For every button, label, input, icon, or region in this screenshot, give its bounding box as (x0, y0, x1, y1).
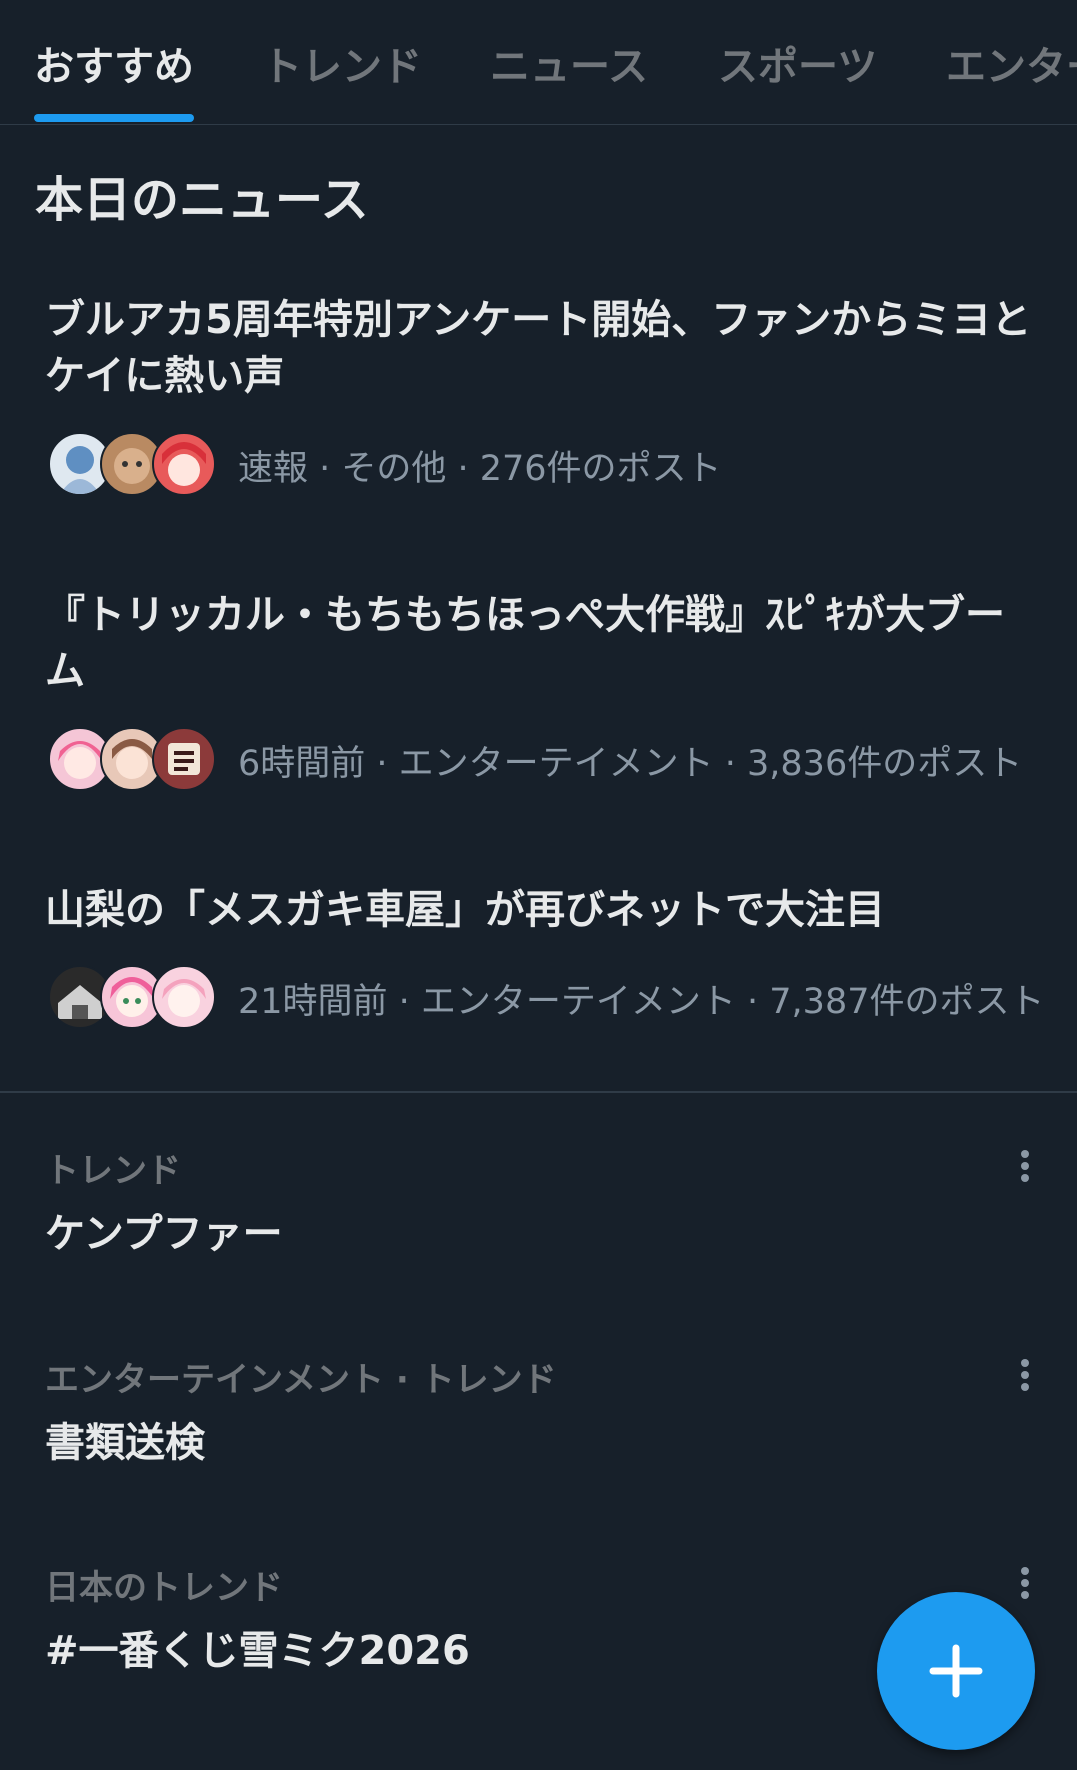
avatar-group (48, 727, 218, 791)
tab-news[interactable]: ニュース (490, 34, 648, 92)
trend-context: 日本のトレンド (45, 1568, 283, 1608)
avatar (152, 727, 216, 791)
section-divider (0, 1091, 1077, 1093)
news-item[interactable]: 『トリッカル・もちもちほっぺ大作戦』ｽﾋﾟｷが大ブーム 6時間前 · エンターテ… (0, 575, 1077, 815)
news-item[interactable]: 山梨の「メスガキ車屋」が再びネットで大注目 21時間前 · エンターテイメント … (0, 870, 1077, 1060)
tab-entertainment[interactable]: エンター (946, 34, 1077, 92)
news-meta-text: 21時間前 · エンターテイメント · 7,387件のポスト (238, 982, 1045, 1022)
news-meta: 6時間前 · エンターテイメント · 3,836件のポスト (48, 727, 1048, 791)
news-meta-text: 速報 · その他 · 276件のポスト (238, 449, 722, 489)
avatar-group (48, 432, 218, 496)
avatar (152, 432, 216, 496)
avatar (152, 965, 216, 1029)
active-tab-indicator (34, 114, 194, 122)
trend-context: エンターテインメント · トレンド (45, 1360, 557, 1400)
tab-recommended[interactable]: おすすめ (34, 34, 194, 92)
plus-icon (929, 1644, 983, 1698)
more-vertical-icon (1021, 1359, 1029, 1391)
more-vertical-icon (1021, 1150, 1029, 1182)
section-title-todays-news: 本日のニュース (35, 172, 369, 228)
tab-trending[interactable]: トレンド (262, 34, 422, 92)
news-meta: 速報 · その他 · 276件のポスト (48, 432, 1048, 496)
more-options-button[interactable] (1000, 1143, 1050, 1193)
compose-post-button[interactable] (877, 1592, 1035, 1750)
news-headline: ブルアカ5周年特別アンケート開始、ファンからミヨとケイに熱い声 (45, 297, 1032, 399)
news-meta: 21時間前 · エンターテイメント · 7,387件のポスト (48, 965, 1048, 1029)
trend-item[interactable]: トレンド ケンプファー (0, 1143, 1077, 1323)
explore-tab-bar: おすすめ トレンド ニュース スポーツ エンター (0, 0, 1077, 125)
news-item[interactable]: ブルアカ5周年特別アンケート開始、ファンからミヨとケイに熱い声 速報 · その他… (0, 280, 1077, 520)
news-meta-text: 6時間前 · エンターテイメント · 3,836件のポスト (238, 744, 1023, 784)
avatar-group (48, 965, 218, 1029)
trend-item[interactable]: エンターテインメント · トレンド 書類送検 (0, 1352, 1077, 1532)
trend-name: #一番くじ雪ミク2026 (45, 1628, 470, 1674)
more-options-button[interactable] (1000, 1352, 1050, 1402)
trend-context: トレンド (45, 1151, 181, 1191)
trend-name: ケンプファー (45, 1211, 283, 1257)
trend-name: 書類送検 (45, 1420, 205, 1466)
news-headline: 山梨の「メスガキ車屋」が再びネットで大注目 (45, 887, 885, 933)
news-headline: 『トリッカル・もちもちほっぺ大作戦』ｽﾋﾟｷが大ブーム (45, 592, 1005, 694)
tab-sports[interactable]: スポーツ (718, 34, 877, 92)
